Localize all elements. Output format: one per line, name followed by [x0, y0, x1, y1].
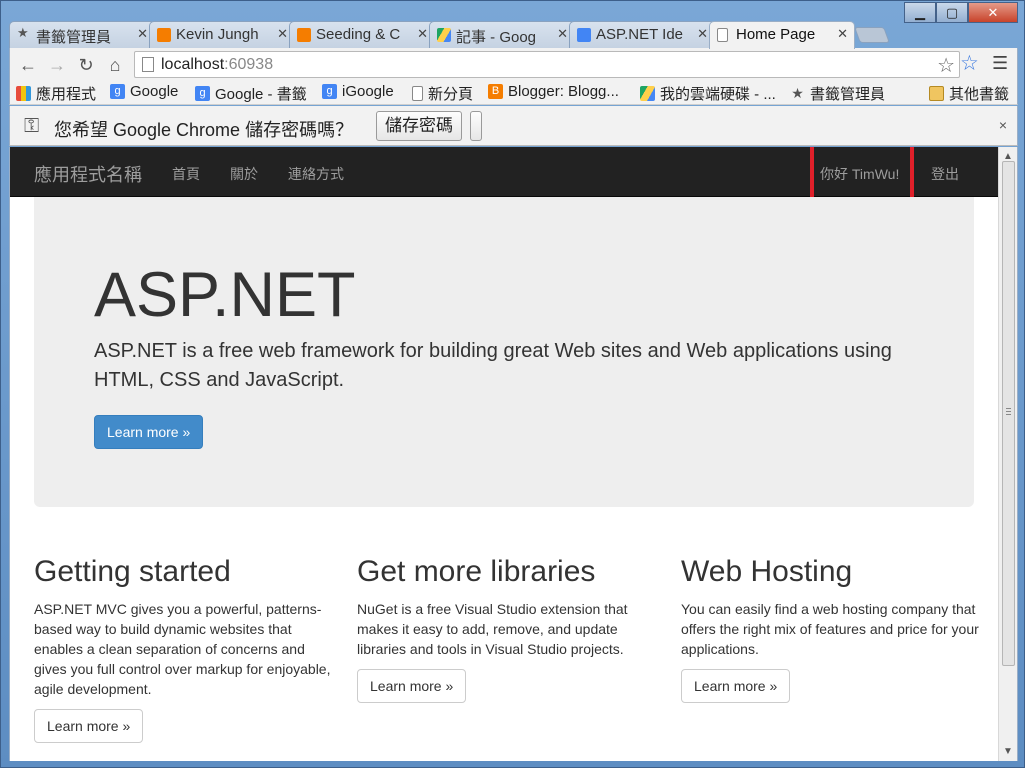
tab-strip: ★ 書籤管理員 ✕ Kevin Jungh ✕ Seeding & C ✕ 記事…	[9, 21, 890, 49]
star-icon: ★	[791, 85, 804, 101]
column-title: Web Hosting	[681, 555, 853, 588]
close-icon[interactable]: ✕	[277, 26, 288, 42]
column-title: Get more libraries	[357, 555, 596, 588]
maximize-button[interactable]: ▢	[936, 2, 968, 23]
save-password-button[interactable]: 儲存密碼	[376, 111, 462, 141]
bookmark-google-bookmarks[interactable]: g Google - 書籤	[195, 83, 307, 104]
close-icon[interactable]: ✕	[557, 26, 568, 42]
jumbotron: ASP.NET ASP.NET is a free web framework …	[34, 197, 974, 507]
close-icon[interactable]: ✕	[417, 26, 428, 42]
extension-star-icon[interactable]: ☆	[960, 51, 979, 76]
bookmark-google[interactable]: g Google	[110, 83, 178, 100]
vertical-scrollbar[interactable]: ▲ ▼	[998, 147, 1017, 761]
column-libraries: Get more libraries NuGet is a free Visua…	[357, 555, 657, 703]
jumbotron-lead: ASP.NET is a free web framework for buil…	[94, 340, 892, 391]
google-icon: g	[195, 86, 210, 101]
folder-icon	[929, 86, 944, 101]
tab-seeding[interactable]: Seeding & C ✕	[289, 21, 435, 48]
bookmark-apps[interactable]: 應用程式	[16, 83, 96, 104]
browser-window: ▁ ▢ ✕ ★ 書籤管理員 ✕ Kevin Jungh ✕ Seeding & …	[0, 0, 1025, 768]
nav-link-contact[interactable]: 連絡方式	[288, 164, 344, 184]
star-icon: ★	[17, 25, 29, 40]
bookmark-new-tab[interactable]: 新分頁	[412, 83, 473, 104]
minimize-button[interactable]: ▁	[904, 2, 936, 23]
tab-home-page[interactable]: Home Page ✕	[709, 21, 855, 49]
bookmark-other[interactable]: 其他書籤	[929, 83, 1009, 104]
page-icon	[412, 86, 423, 101]
blogger-icon	[297, 28, 311, 42]
scroll-grip-icon	[1006, 408, 1011, 409]
reload-icon[interactable]: ↻	[75, 54, 97, 76]
key-icon: ⚿	[24, 115, 40, 137]
tab-kevin[interactable]: Kevin Jungh ✕	[149, 21, 295, 48]
home-icon[interactable]: ⌂	[104, 54, 126, 76]
bookmark-my-drive[interactable]: 我的雲端硬碟 - ...	[640, 83, 776, 104]
address-host: localhost	[161, 56, 225, 73]
scrollbar-thumb[interactable]	[1002, 161, 1015, 666]
google-icon: g	[322, 84, 337, 99]
back-icon[interactable]: ←	[17, 54, 39, 76]
tab-bookmark-manager[interactable]: ★ 書籤管理員 ✕	[9, 21, 155, 48]
column-text: NuGet is a free Visual Studio extension …	[357, 601, 628, 657]
column-hosting: Web Hosting You can easily find a web ho…	[681, 555, 981, 703]
blogger-icon: B	[488, 84, 503, 99]
google-icon: g	[110, 84, 125, 99]
bookmark-blogger[interactable]: B Blogger: Blogg...	[488, 83, 619, 100]
google-drive-icon	[640, 86, 655, 101]
nav-link-about[interactable]: 關於	[230, 164, 258, 184]
forward-icon[interactable]: →	[46, 54, 68, 76]
learn-more-primary-button[interactable]: Learn more »	[94, 415, 204, 449]
nav-logout[interactable]: 登出	[931, 164, 959, 184]
bookmark-bookmark-manager[interactable]: ★ 書籤管理員	[790, 83, 885, 104]
nav-greeting[interactable]: 你好 TimWu!	[820, 164, 899, 184]
blogger-icon	[157, 28, 171, 42]
save-password-infobar: ⚿ 您希望 Google Chrome 儲存密碼嗎？ 儲存密碼 ×	[9, 106, 1018, 146]
infobar-close-icon[interactable]: ×	[999, 117, 1007, 133]
learn-more-button[interactable]: Learn more »	[681, 669, 791, 703]
apps-grid-icon	[16, 86, 31, 101]
page-icon	[142, 57, 154, 72]
close-window-button[interactable]: ✕	[968, 2, 1018, 23]
nav-link-home[interactable]: 首頁	[172, 164, 200, 184]
tab-notes[interactable]: 記事 - Goog ✕	[429, 21, 575, 48]
bookmark-igoogle[interactable]: g iGoogle	[322, 83, 394, 100]
address-bar[interactable]: localhost:60938 ☆	[134, 51, 960, 78]
docs-icon	[577, 28, 591, 42]
learn-more-button[interactable]: Learn more »	[34, 709, 144, 743]
column-getting-started: Getting started ASP.NET MVC gives you a …	[34, 555, 334, 743]
window-controls: ▁ ▢ ✕	[904, 2, 1018, 24]
toolbar: ← → ↻ ⌂ localhost:60938 ☆ ☆ ☰	[9, 48, 1018, 81]
bookmarks-bar: 應用程式 g Google g Google - 書籤 g iGoogle 新分…	[9, 81, 1018, 105]
learn-more-button[interactable]: Learn more »	[357, 669, 467, 703]
infobar-message: 您希望 Google Chrome 儲存密碼嗎？	[54, 120, 354, 140]
new-tab-button[interactable]	[854, 27, 890, 43]
page-viewport: 應用程式名稱 首頁 關於 連絡方式 你好 TimWu! 登出 ASP.NET A…	[9, 147, 1018, 761]
close-icon[interactable]: ✕	[137, 26, 148, 42]
menu-icon[interactable]: ☰	[992, 53, 1008, 74]
jumbotron-title: ASP.NET	[94, 260, 356, 330]
bookmark-star-icon[interactable]: ☆	[937, 53, 955, 78]
column-text: ASP.NET MVC gives you a powerful, patter…	[34, 601, 331, 697]
close-icon[interactable]: ✕	[837, 26, 848, 42]
column-text: You can easily find a web hosting compan…	[681, 601, 979, 657]
scroll-down-icon[interactable]: ▼	[1003, 746, 1013, 757]
infobar-options-button[interactable]	[470, 111, 482, 141]
navbar-brand[interactable]: 應用程式名稱	[34, 161, 142, 187]
close-icon[interactable]: ✕	[697, 26, 708, 42]
tab-aspnet-identity[interactable]: ASP.NET Ide ✕	[569, 21, 715, 48]
column-title: Getting started	[34, 555, 231, 588]
web-page: 應用程式名稱 首頁 關於 連絡方式 你好 TimWu! 登出 ASP.NET A…	[10, 147, 998, 761]
site-navbar: 應用程式名稱 首頁 關於 連絡方式 你好 TimWu! 登出	[10, 147, 998, 205]
google-drive-icon	[437, 28, 451, 42]
address-port: :60938	[224, 56, 274, 73]
page-icon	[717, 28, 728, 42]
